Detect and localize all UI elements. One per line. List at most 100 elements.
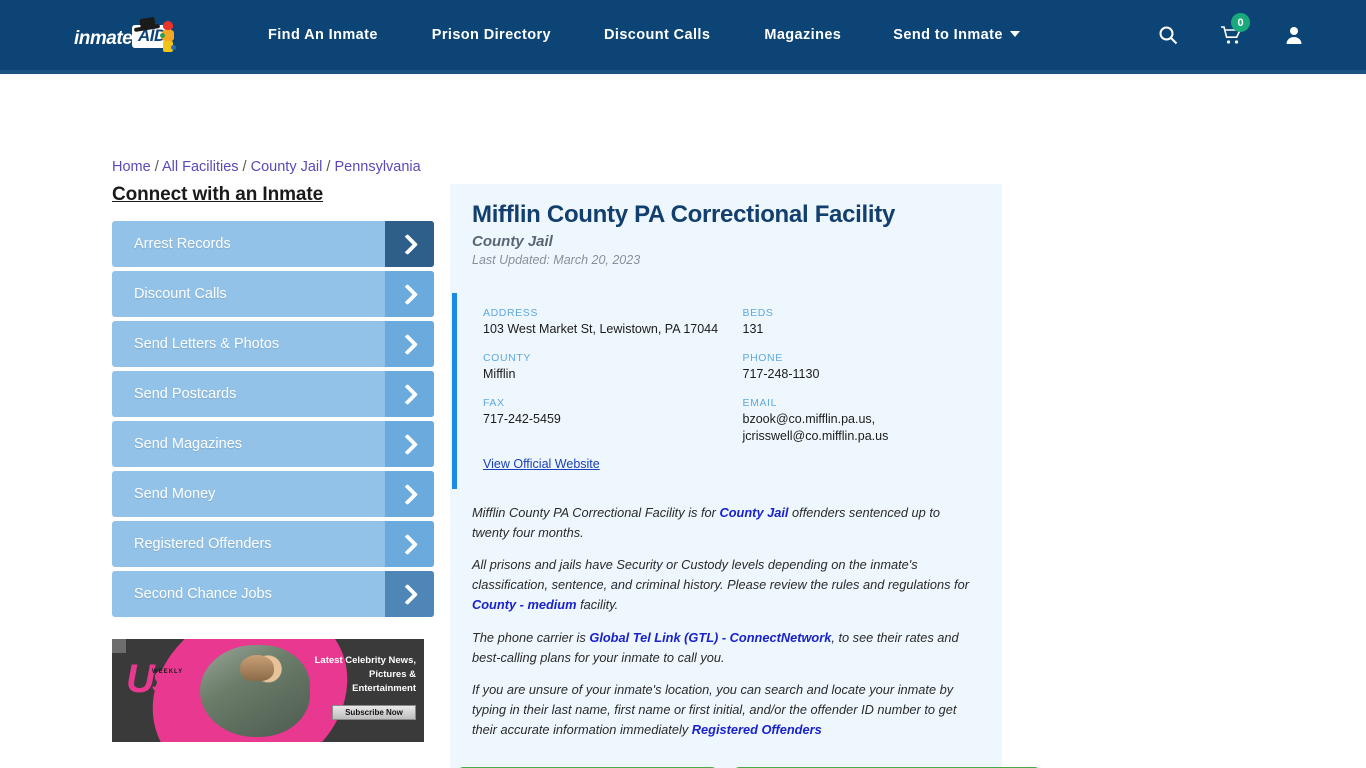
breadcrumb-item-home[interactable]: Home [112, 159, 151, 175]
brand-mascot-icon [160, 21, 177, 54]
search-icon[interactable] [1158, 25, 1178, 45]
breadcrumb-separator: / [238, 159, 251, 175]
ad-photo [200, 645, 310, 737]
link-county-medium[interactable]: County - medium [472, 597, 577, 612]
nav-utility-icons: 0 [1158, 0, 1304, 70]
breadcrumb: Home / All Facilities / County Jail / Pe… [112, 159, 421, 175]
sidebar-item-send-postcards[interactable]: Send Postcards [112, 371, 434, 417]
nav-link-send-to-inmate[interactable]: Send to Inmate [893, 27, 1020, 43]
facility-last-updated: Last Updated: March 20, 2023 [472, 253, 641, 267]
breadcrumb-separator: / [150, 159, 162, 175]
facility-header: Mifflin County PA Correctional Facility … [450, 184, 1002, 273]
text: The phone carrier is [472, 629, 590, 645]
breadcrumb-separator: / [322, 159, 335, 175]
facility-info-column-right: BEDS 131 PHONE 717-248-1130 EMAIL bzook@… [743, 307, 1003, 445]
primary-nav-links: Find An Inmate Prison Directory Discount… [268, 0, 1020, 70]
chevron-right-icon [385, 571, 434, 617]
facility-panel: Mifflin County PA Correctional Facility … [450, 184, 1040, 768]
user-icon[interactable] [1284, 25, 1304, 45]
chevron-right-icon [385, 321, 434, 367]
chevron-right-icon [385, 221, 434, 267]
description-paragraph-3: The phone carrier is Global Tel Link (GT… [472, 628, 980, 668]
nav-link-prison-directory[interactable]: Prison Directory [432, 27, 551, 43]
chevron-right-icon [385, 271, 434, 317]
ad-subscribe-button[interactable]: Subscribe Now [332, 705, 416, 720]
sidebar-item-label: Send Postcards [134, 386, 237, 402]
sidebar-item-send-letters-photos[interactable]: Send Letters & Photos [112, 321, 434, 367]
info-beds: BEDS 131 [743, 307, 1003, 338]
link-county-jail[interactable]: County Jail [719, 505, 788, 520]
description-paragraph-2: All prisons and jails have Security or C… [472, 555, 980, 616]
description-paragraph-1: Mifflin County PA Correctional Facility … [472, 503, 980, 543]
info-value: Mifflin [483, 366, 516, 381]
facility-info-box: ADDRESS 103 West Market St, Lewistown, P… [452, 293, 1002, 489]
view-official-website-link[interactable]: View Official Website [483, 457, 600, 471]
info-phone: PHONE 717-248-1130 [743, 352, 1003, 383]
info-value: 131 [742, 322, 764, 336]
site-logo[interactable]: inmate AID [74, 17, 190, 57]
info-value: 717-242-5459 [483, 411, 561, 426]
sidebar-item-registered-offenders[interactable]: Registered Offenders [112, 521, 434, 567]
chevron-right-icon [385, 371, 434, 417]
ad-brand-sub: WEEKLY [152, 669, 184, 675]
top-navigation-bar: inmate AID Find An Inmate Prison Directo… [0, 0, 1366, 74]
chevron-right-icon [385, 471, 434, 517]
inmateaid-logo-icon: inmate AID [74, 17, 190, 57]
sidebar-item-second-chance-jobs[interactable]: Second Chance Jobs [112, 571, 434, 617]
nav-link-send-to-inmate-label: Send to Inmate [893, 27, 1003, 43]
sidebar-item-send-magazines[interactable]: Send Magazines [112, 421, 434, 467]
link-phone-carrier[interactable]: Global Tel Link (GTL) - ConnectNetwork [589, 630, 831, 645]
link-registered-offenders[interactable]: Registered Offenders [692, 722, 822, 737]
sidebar-item-arrest-records[interactable]: Arrest Records [112, 221, 434, 267]
sidebar-heading: Connect with an Inmate [112, 184, 324, 205]
facility-description: Mifflin County PA Correctional Facility … [450, 503, 1002, 741]
info-county: COUNTY Mifflin [483, 352, 743, 383]
breadcrumb-item-county-jail[interactable]: County Jail [251, 159, 323, 175]
nav-link-magazines[interactable]: Magazines [764, 27, 841, 43]
nav-link-find-an-inmate[interactable]: Find An Inmate [268, 27, 378, 43]
description-paragraph-4: If you are unsure of your inmate's locat… [472, 680, 980, 741]
breadcrumb-item-all-facilities[interactable]: All Facilities [162, 159, 239, 175]
info-email: EMAIL bzook@co.mifflin.pa.us, jcrisswell… [743, 397, 1003, 445]
sidebar-item-label: Discount Calls [134, 286, 227, 302]
ad-corner-marker [112, 639, 126, 653]
sidebar-item-label: Send Money [134, 486, 216, 502]
sidebar-item-label: Send Magazines [134, 436, 243, 452]
info-value: bzook@co.mifflin.pa.us, jcrisswell@co.mi… [742, 411, 889, 443]
chevron-right-icon [385, 521, 434, 567]
info-label: FAX [483, 396, 505, 409]
text: All prisons and jails have Security or C… [472, 556, 969, 593]
info-label: PHONE [742, 351, 783, 364]
info-fax: FAX 717-242-5459 [483, 397, 743, 428]
brand-wordmark: inmate [74, 28, 133, 49]
sidebar-item-send-money[interactable]: Send Money [112, 471, 434, 517]
sidebar-item-label: Send Letters & Photos [134, 336, 280, 352]
facility-cta-row: Looking for an inmate at this facility? … [450, 753, 1040, 768]
info-value: 717-248-1130 [742, 366, 820, 381]
text: Mifflin County PA Correctional Facility … [472, 504, 720, 520]
sidebar-item-discount-calls[interactable]: Discount Calls [112, 271, 434, 317]
left-sidebar: Connect with an Inmate Arrest Records Di… [112, 184, 434, 742]
ad-headline: Latest Celebrity News, Pictures & Entert… [314, 655, 416, 694]
info-label: BEDS [742, 307, 774, 319]
info-label: COUNTY [483, 351, 531, 364]
brand-hat-icon [134, 18, 160, 30]
breadcrumb-item-pennsylvania[interactable]: Pennsylvania [334, 159, 420, 175]
sidebar-item-label: Arrest Records [134, 236, 231, 252]
sidebar-item-label: Second Chance Jobs [134, 586, 272, 602]
cart-icon[interactable]: 0 [1220, 13, 1250, 45]
ad-brand-logo: Us [126, 657, 174, 701]
cart-count-badge: 0 [1231, 13, 1250, 32]
info-label: ADDRESS [483, 307, 538, 319]
facility-type: County Jail [472, 233, 553, 250]
chevron-right-icon [385, 421, 434, 467]
sidebar-item-label: Registered Offenders [134, 536, 272, 552]
info-address: ADDRESS 103 West Market St, Lewistown, P… [483, 307, 743, 338]
text: facility. [576, 597, 619, 613]
page-title: Mifflin County PA Correctional Facility [472, 201, 895, 228]
sidebar-advertisement[interactable]: Us WEEKLY Latest Celebrity News, Picture… [112, 639, 424, 742]
info-value: 103 West Market St, Lewistown, PA 17044 [483, 322, 719, 336]
info-label: EMAIL [742, 396, 778, 409]
facility-info-column-left: ADDRESS 103 West Market St, Lewistown, P… [483, 307, 743, 445]
nav-link-discount-calls[interactable]: Discount Calls [604, 27, 710, 43]
